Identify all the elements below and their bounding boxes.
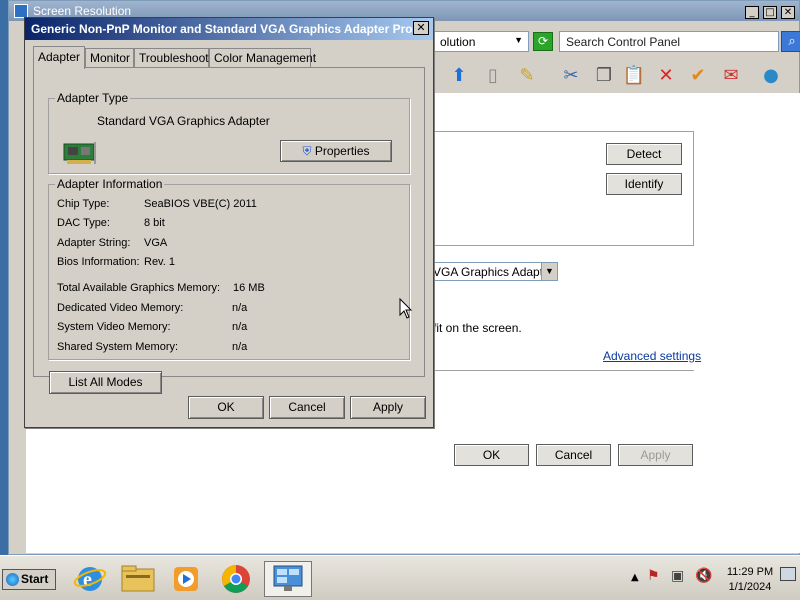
start-label: Start: [21, 572, 49, 586]
dialog-title-bar[interactable]: Generic Non-PnP Monitor and Standard VGA…: [25, 18, 433, 40]
tab-color-management[interactable]: Color Management: [209, 48, 316, 68]
dialog-apply-button[interactable]: Apply: [350, 396, 426, 419]
adapter-properties-dialog: Generic Non-PnP Monitor and Standard VGA…: [24, 17, 434, 428]
advanced-settings-link[interactable]: Advanced settings: [603, 349, 701, 363]
search-input[interactable]: Search Control Panel: [559, 31, 779, 52]
control-panel-icon: [273, 565, 303, 591]
fit-screen-text: fit on the screen.: [433, 321, 522, 335]
clock-date: 1/1/2024: [728, 581, 772, 593]
identify-button[interactable]: Identify: [606, 173, 682, 195]
taskbar-app-internet-explorer[interactable]: e: [68, 561, 112, 597]
chrome-icon: [222, 565, 250, 593]
display-select-value: VGA Graphics Adapter: [433, 265, 554, 279]
copy-icon[interactable]: ❐: [592, 64, 616, 88]
taskbar-app-control-panel[interactable]: [264, 561, 312, 597]
media-player-icon: [174, 567, 198, 591]
adapter-information-group: Adapter Information: [48, 177, 410, 360]
refresh-icon[interactable]: ⟳: [533, 32, 553, 51]
tab-adapter[interactable]: Adapter: [33, 46, 85, 69]
display-select[interactable]: VGA Graphics Adapter ▼: [430, 262, 558, 281]
globe-icon[interactable]: ●: [759, 64, 783, 88]
folder-options-icon[interactable]: ✎: [515, 64, 539, 88]
clock[interactable]: 11:29 PM 1/1/2024: [722, 565, 778, 595]
tab-monitor[interactable]: Monitor: [85, 48, 134, 68]
chip-type-label: Chip Type:: [57, 198, 110, 210]
start-button[interactable]: Start: [2, 569, 56, 590]
chevron-down-icon[interactable]: ▼: [541, 263, 557, 280]
taskbar-app-media-player[interactable]: [164, 561, 208, 597]
divider: [430, 370, 694, 371]
cut-icon[interactable]: ✂: [559, 64, 583, 88]
tab-troubleshoot[interactable]: Troubleshoot: [134, 48, 209, 68]
bg-cancel-button[interactable]: Cancel: [536, 444, 611, 466]
minimize-button[interactable]: _: [745, 6, 759, 19]
shared-memory-label: Shared System Memory:: [57, 341, 179, 353]
adapter-type-legend: Adapter Type: [55, 91, 131, 105]
list-all-modes-button[interactable]: List All Modes: [49, 371, 162, 394]
taskbar-app-file-explorer[interactable]: [116, 561, 160, 597]
adapter-string-value: VGA: [144, 237, 168, 249]
dac-type-value: 8 bit: [144, 217, 165, 229]
volume-muted-icon[interactable]: 🔇: [695, 568, 712, 584]
properties-button[interactable]: ⛨ Properties: [280, 140, 392, 162]
adapter-information-legend: Adapter Information: [55, 177, 165, 191]
show-hidden-icons-icon[interactable]: ▲: [631, 572, 639, 583]
file-explorer-icon: [121, 565, 155, 592]
chip-type-value: SeaBIOS VBE(C) 2011: [144, 198, 257, 210]
bios-information-value: Rev. 1: [144, 256, 175, 268]
page-icon[interactable]: ▯: [481, 64, 505, 88]
dialog-close-icon[interactable]: ✕: [413, 21, 429, 35]
action-center-flag-icon[interactable]: ⚑: [647, 568, 660, 584]
total-memory-label: Total Available Graphics Memory:: [57, 282, 221, 294]
properties-label: Properties: [314, 144, 370, 158]
paste-icon[interactable]: 📋: [622, 64, 646, 88]
internet-explorer-icon: e: [73, 567, 107, 591]
bg-ok-button[interactable]: OK: [454, 444, 529, 466]
address-dropdown-icon[interactable]: ▼: [514, 35, 523, 45]
dedicated-memory-label: Dedicated Video Memory:: [57, 302, 184, 314]
checkmark-icon[interactable]: ✔: [686, 64, 710, 88]
mouse-cursor-icon: [399, 298, 413, 319]
dedicated-memory-value: n/a: [232, 302, 248, 314]
adapter-name: Standard VGA Graphics Adapter: [97, 114, 270, 128]
bg-apply-button[interactable]: Apply: [618, 444, 693, 466]
dialog-title: Generic Non-PnP Monitor and Standard VGA…: [31, 22, 423, 36]
taskbar-app-chrome[interactable]: [214, 561, 258, 597]
dialog-ok-button[interactable]: OK: [188, 396, 264, 419]
close-button[interactable]: ✕: [781, 6, 795, 19]
total-memory-value: 16 MB: [233, 282, 265, 294]
clock-time: 11:29 PM: [726, 566, 774, 578]
system-memory-value: n/a: [232, 321, 248, 333]
address-text: olution: [440, 35, 476, 49]
mail-icon[interactable]: ✉: [719, 64, 743, 88]
shield-icon: ⛨: [302, 144, 312, 158]
dac-type-label: DAC Type:: [57, 217, 110, 229]
bg-window-title: Screen Resolution: [33, 4, 132, 18]
adapter-tab-panel: Adapter Type Standard VGA Graphics Adapt…: [33, 67, 425, 394]
search-placeholder: Search Control Panel: [566, 35, 681, 49]
system-memory-label: System Video Memory:: [57, 321, 171, 333]
detect-button[interactable]: Detect: [606, 143, 682, 165]
shared-memory-value: n/a: [232, 341, 248, 353]
maximize-button[interactable]: □: [763, 6, 777, 19]
control-panel-app-icon: [14, 4, 28, 18]
graphics-card-icon: [63, 142, 96, 164]
adapter-string-label: Adapter String:: [57, 237, 131, 249]
bios-information-label: Bios Information:: [57, 256, 140, 268]
adapter-type-group: Adapter Type: [48, 91, 410, 174]
delete-icon[interactable]: ✕: [654, 64, 678, 88]
search-icon[interactable]: ⌕: [781, 31, 800, 52]
dialog-cancel-button[interactable]: Cancel: [269, 396, 345, 419]
windows-orb-icon: [6, 573, 19, 586]
up-arrow-icon[interactable]: ⬆: [447, 64, 471, 88]
show-desktop-icon[interactable]: [780, 567, 796, 581]
network-icon[interactable]: ▣: [671, 568, 684, 584]
